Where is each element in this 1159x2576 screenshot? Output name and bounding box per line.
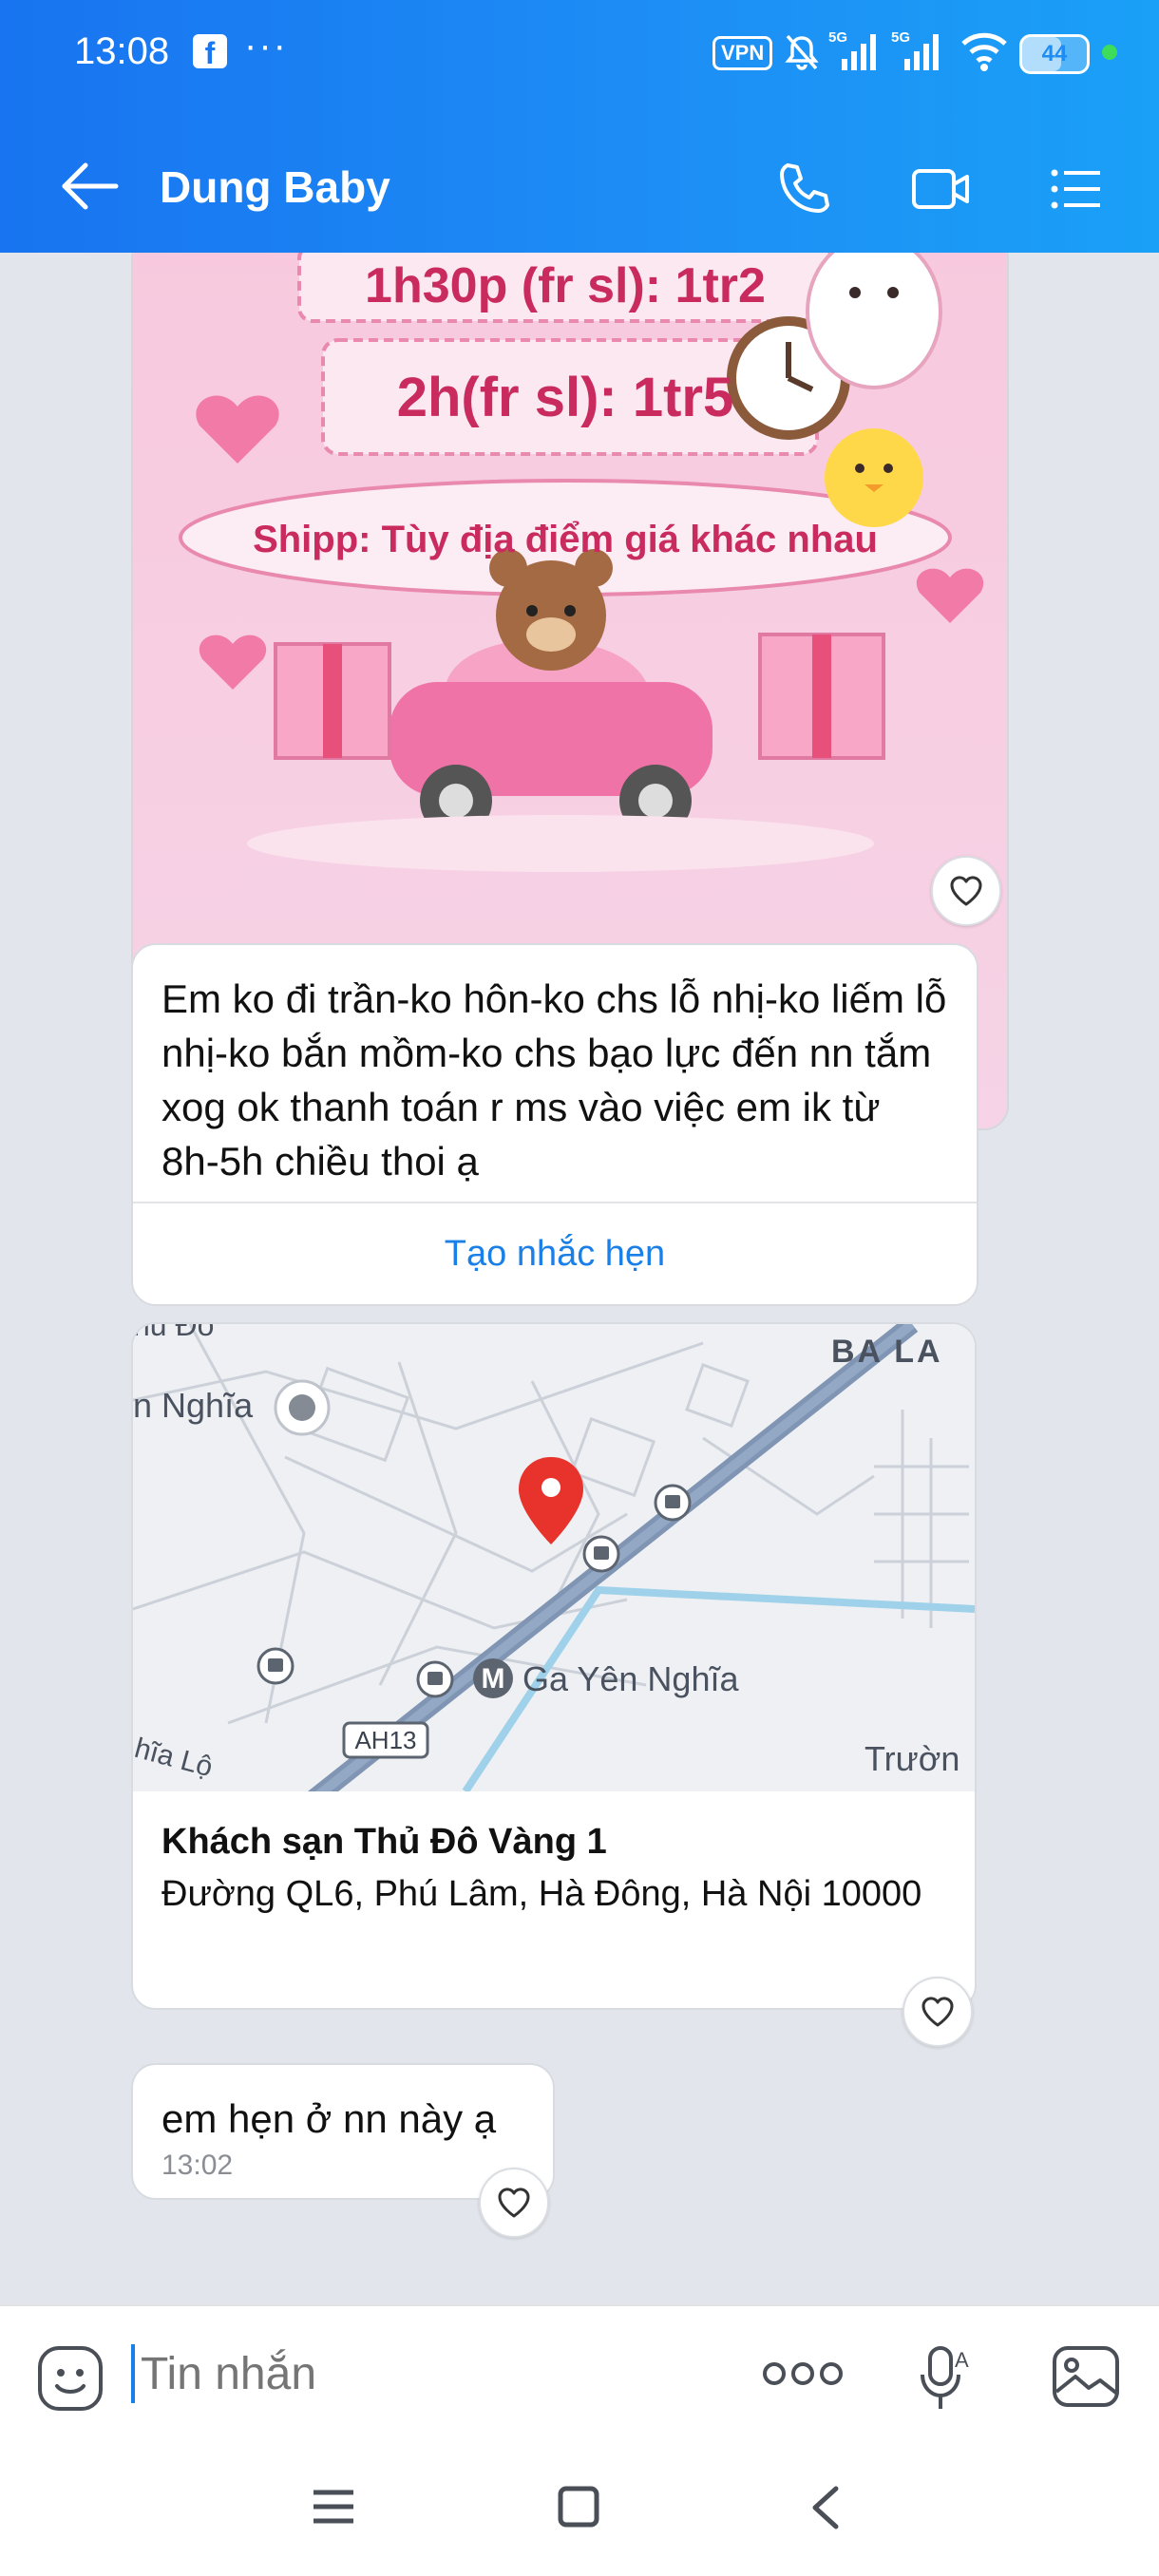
vpn-badge: VPN [712, 36, 773, 70]
text-message-bubble[interactable]: Em ko đi trần-ko hôn-ko chs lỗ nhị-ko li… [131, 943, 978, 1306]
heart-icon [922, 1997, 954, 2027]
map-label-station: Ga Yên Nghĩa [522, 1659, 739, 1698]
map-label-thu-do: hủ Đô [133, 1324, 214, 1342]
status-bar: 13:08 f ··· VPN 5G 5G 44 [0, 0, 1159, 104]
heart-icon [950, 876, 982, 906]
create-reminder-button[interactable]: Tạo nhắc hẹn [133, 1202, 977, 1304]
mute-icon [785, 34, 819, 70]
sticker-emoji-icon[interactable] [36, 2344, 104, 2413]
react-heart-button-location[interactable] [902, 1977, 973, 2047]
location-message-bubble[interactable]: M Ga Yên Nghĩa BA LA n Nghĩa hủ Đô AH13 … [131, 1322, 977, 2010]
system-back-icon[interactable] [809, 2485, 842, 2530]
map-canvas: M Ga Yên Nghĩa BA LA n Nghĩa hủ Đô AH13 … [133, 1324, 975, 1791]
chat-area[interactable]: 1h30p (fr sl): 1tr2 2h(fr sl): 1tr5 Ship… [0, 253, 1159, 2304]
chat-header: Dung Baby [0, 133, 1159, 237]
price-line-3: Shipp: Tùy địa điểm giá khác nhau [253, 519, 878, 560]
map-label-highway: AH13 [354, 1726, 416, 1754]
location-map[interactable]: M Ga Yên Nghĩa BA LA n Nghĩa hủ Đô AH13 … [133, 1324, 975, 1791]
map-label-nghia: n Nghĩa [133, 1386, 254, 1425]
contact-name[interactable]: Dung Baby [160, 161, 390, 213]
price-line-1: 1h30p (fr sl): 1tr2 [365, 258, 766, 313]
map-label-school: Trườn [864, 1739, 960, 1778]
top-bar: 13:08 f ··· VPN 5G 5G 44 Dung Baby [0, 0, 1159, 253]
heart-icon [498, 2188, 530, 2218]
gallery-image-icon[interactable] [1051, 2344, 1121, 2409]
facebook-notification-icon: f [193, 34, 227, 70]
message-text-2: em hẹn ở nn này ạ [162, 2096, 497, 2141]
more-notifications-icon: ··· [244, 25, 288, 66]
system-navigation-bar [0, 2437, 1159, 2576]
back-arrow-icon[interactable] [57, 158, 124, 215]
signal-5g-icon: 5G [828, 29, 876, 70]
home-icon[interactable] [557, 2485, 600, 2529]
options-menu-icon[interactable] [1047, 160, 1106, 218]
video-call-icon[interactable] [910, 160, 973, 218]
network-label-1: 5G [828, 29, 847, 46]
voice-to-text-mic-icon[interactable]: A [917, 2342, 974, 2413]
location-address: Đường QL6, Phú Lâm, Hà Đông, Hà Nội 1000… [162, 1874, 922, 1914]
svg-text:A: A [955, 2348, 969, 2372]
react-heart-button-text[interactable] [479, 2168, 549, 2238]
message-input[interactable] [131, 2344, 712, 2403]
battery-level: 44 [1041, 41, 1068, 66]
message-text: Em ko đi trần-ko hôn-ko chs lỗ nhị-ko li… [162, 976, 947, 1184]
charging-dot [1102, 45, 1117, 60]
location-title: Khách sạn Thủ Đô Vàng 1 [162, 1822, 607, 1862]
battery-icon: 44 [1019, 34, 1090, 74]
map-label-bala: BA LA [831, 1334, 943, 1370]
react-heart-button-image[interactable] [931, 856, 1001, 926]
message-input-bar: A [0, 2304, 1159, 2439]
wifi-icon [961, 32, 1007, 71]
status-time: 13:08 [74, 30, 170, 72]
phone-call-icon[interactable] [774, 160, 833, 218]
metro-icon: M [482, 1663, 505, 1695]
network-label-2: 5G [891, 29, 910, 46]
recent-apps-icon[interactable] [312, 2487, 355, 2527]
more-options-icon[interactable] [760, 2359, 846, 2388]
price-line-2: 2h(fr sl): 1tr5 [397, 367, 734, 428]
signal-5g-icon-2: 5G [891, 29, 939, 70]
